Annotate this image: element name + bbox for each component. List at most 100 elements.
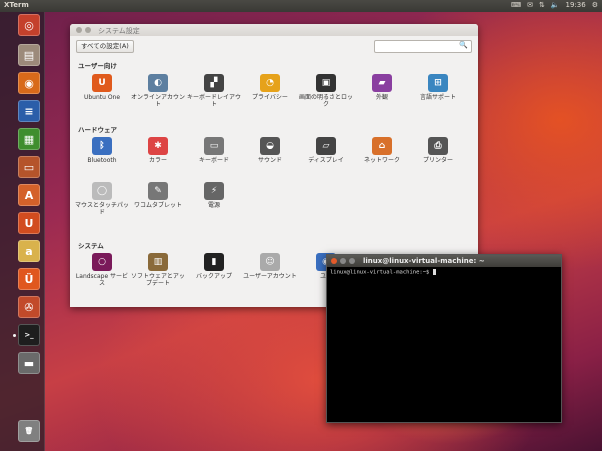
settings-item-label: プリンター (422, 157, 453, 164)
text-cursor (432, 269, 436, 275)
launcher-terminal[interactable]: >_ (18, 324, 40, 346)
section-heading: ユーザー向け (78, 62, 117, 70)
settings-item[interactable]: ◐ オンラインアカウント (130, 74, 186, 108)
running-indicator (13, 334, 16, 337)
settings-item[interactable]: ᛒ Bluetooth (74, 137, 130, 164)
settings-item[interactable]: ▭ キーボード (186, 137, 242, 164)
settings-item-label: プライバシー (252, 94, 288, 101)
terminal-window[interactable]: linux@linux-virtual-machine: ~ linux@lin… (326, 254, 562, 423)
sound-icon: ◒ (260, 137, 280, 155)
settings-item[interactable]: ⌂ ネットワーク (354, 137, 410, 164)
color-icon: ✱ (148, 137, 168, 155)
launcher-dash[interactable]: ◎ (18, 14, 40, 36)
settings-item[interactable]: ▱ ディスプレイ (298, 137, 354, 164)
power-icon: ⚡ (204, 182, 224, 200)
terminal-icon: >_ (24, 331, 34, 339)
settings-item[interactable]: ☺ ユーザーアカウント (242, 253, 298, 280)
ubuntu-one-icon: U (24, 216, 34, 230)
close-icon[interactable] (76, 27, 82, 33)
mail-icon[interactable]: ✉ (527, 1, 533, 9)
terminal-title: linux@linux-virtual-machine: ~ (363, 257, 485, 265)
settings-item[interactable]: ▮ バックアップ (186, 253, 242, 280)
launcher-software-center[interactable]: A (18, 184, 40, 206)
settings-item[interactable]: U Ubuntu One (74, 74, 130, 101)
amazon-icon: a (25, 244, 33, 258)
settings-item[interactable]: ◯ マウスとタッチパッド (74, 182, 130, 216)
clock[interactable]: 19:36 (566, 1, 586, 9)
settings-item[interactable]: ○ Landscape サービス (74, 253, 130, 287)
settings-item[interactable]: ◔ プライバシー (242, 74, 298, 101)
settings-item[interactable]: ▰ 外観 (354, 74, 410, 101)
network-icon: ⌂ (372, 137, 392, 155)
settings-item[interactable]: ⚡ 電源 (186, 182, 242, 209)
launcher: ◎ ▤ ◉ ≡ ▦ ▭ A Ua Ü ✇ >_ ▬ 🗑 (0, 12, 45, 451)
settings-item-label: ユーザーアカウント (243, 273, 297, 280)
settings-item[interactable]: ⎙ プリンター (410, 137, 466, 164)
disk-icon: ▬ (23, 356, 35, 370)
settings-item[interactable]: ⊞ 言語サポート (410, 74, 466, 101)
settings-item-label: ディスプレイ (308, 157, 344, 164)
minimize-icon[interactable] (340, 258, 346, 264)
settings-item-label: キーボードレイアウト (186, 94, 241, 108)
launcher-ubuntu-one-music[interactable]: Ü (18, 268, 40, 290)
launcher-disk[interactable]: ▬ (18, 352, 40, 374)
brightness-lock-icon: ▣ (316, 74, 336, 92)
software-center-icon: A (24, 188, 34, 202)
settings-item-label: ソフトウェアとアップデート (131, 273, 185, 287)
terminal-prompt: linux@linux-virtual-machine:~$ (330, 269, 433, 276)
settings-item[interactable]: ▥ ソフトウェアとアップデート (130, 253, 186, 287)
keyboard-icon[interactable]: ⌨ (511, 1, 521, 9)
search-input[interactable]: 🔍 (374, 40, 472, 53)
launcher-calc[interactable]: ▦ (18, 128, 40, 150)
settings-item-label: ワコムタブレット (133, 202, 182, 209)
active-window-title: XTerm (4, 1, 29, 9)
network-icon[interactable]: ⇅ (539, 1, 545, 9)
ubuntu-icon: ◎ (24, 18, 34, 32)
indicator-area: ⌨ ✉ ⇅ 🔈 19:36 ⚙ (511, 1, 598, 9)
writer-icon: ≡ (24, 104, 34, 118)
language-support-icon: ⊞ (428, 74, 448, 92)
wacom-tablet-icon: ✎ (148, 182, 168, 200)
settings-item-label: Landscape サービス (75, 273, 129, 287)
settings-item[interactable]: ✱ カラー (130, 137, 186, 164)
launcher-trash[interactable]: 🗑 (18, 420, 40, 442)
software-updates-icon: ▥ (148, 253, 168, 271)
keyboard-layout-icon: ▞ (204, 74, 224, 92)
settings-item[interactable]: ◒ サウンド (242, 137, 298, 164)
gear-icon[interactable]: ⚙ (592, 1, 598, 9)
minimize-icon[interactable] (85, 27, 91, 33)
launcher-writer[interactable]: ≡ (18, 100, 40, 122)
terminal-titlebar[interactable]: linux@linux-virtual-machine: ~ (327, 255, 561, 267)
launcher-firefox[interactable]: ◉ (18, 72, 40, 94)
trash-icon: 🗑 (24, 427, 34, 435)
speaker-icon[interactable]: 🔈 (551, 1, 560, 9)
terminal-output[interactable]: linux@linux-virtual-machine:~$ (327, 267, 561, 278)
appearance-icon: ▰ (372, 74, 392, 92)
backup-icon: ▮ (204, 253, 224, 271)
close-icon[interactable] (331, 258, 337, 264)
launcher-impress[interactable]: ▭ (18, 156, 40, 178)
user-accounts-icon: ☺ (260, 253, 280, 271)
launcher-ubuntu-one[interactable]: U (18, 212, 40, 234)
settings-item[interactable]: ✎ ワコムタブレット (130, 182, 186, 209)
section-heading: ハードウェア (78, 126, 117, 134)
settings-item-label: 言語サポート (419, 94, 456, 101)
settings-item-label: 画面の明るさとロック (298, 94, 353, 108)
settings-item-label: オンラインアカウント (130, 94, 185, 108)
settings-title: システム設定 (98, 27, 140, 35)
bluetooth-icon: ᛒ (92, 137, 112, 155)
settings-titlebar[interactable]: システム設定 (70, 24, 478, 36)
all-settings-button[interactable]: すべての設定(A) (76, 40, 134, 53)
launcher-files[interactable]: ▤ (18, 44, 40, 66)
launcher-settings[interactable]: ✇ (18, 296, 40, 318)
files-icon: ▤ (23, 48, 35, 62)
maximize-icon[interactable] (349, 258, 355, 264)
settings-item-label: サウンド (257, 157, 282, 164)
settings-item[interactable]: ▞ キーボードレイアウト (186, 74, 242, 108)
settings-item[interactable]: ▣ 画面の明るさとロック (298, 74, 354, 108)
settings-item-label: ネットワーク (363, 157, 400, 164)
online-accounts-icon: ◐ (148, 74, 168, 92)
launcher-amazon[interactable]: a (18, 240, 40, 262)
section-heading: システム (78, 242, 104, 250)
search-icon: 🔍 (459, 41, 468, 49)
